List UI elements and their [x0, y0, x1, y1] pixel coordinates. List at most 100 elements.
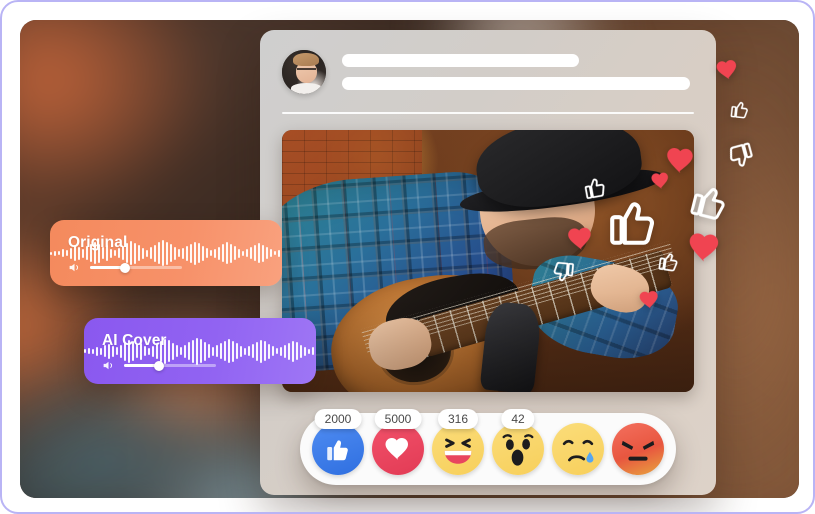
waveform-bar: [128, 339, 130, 363]
waveform-bar: [220, 343, 222, 359]
audio-card-ai-cover[interactable]: AI Cover: [84, 318, 316, 384]
reaction-wow[interactable]: 42: [492, 409, 544, 475]
heart-icon: [385, 438, 408, 460]
reaction-count-like: 2000: [314, 409, 362, 429]
waveform-bar: [268, 343, 270, 359]
waveform-bar: [166, 241, 168, 265]
waveform-bar: [300, 344, 302, 358]
waveform-bar: [222, 244, 224, 262]
love-orb[interactable]: [372, 423, 424, 475]
waveform-bar: [108, 343, 110, 359]
waveform-bar: [144, 346, 146, 356]
waveform-bar: [88, 348, 90, 354]
avatar[interactable]: [282, 50, 326, 94]
waveform-bar: [186, 245, 188, 261]
waveform-bar: [100, 347, 102, 355]
waveform-bar: [258, 243, 260, 263]
waveform-bar: [106, 245, 108, 261]
waveform-bar: [256, 341, 258, 361]
waveform-ai-cover: [84, 334, 316, 368]
haha-orb[interactable]: [432, 423, 484, 475]
waveform-bar: [190, 243, 192, 263]
waveform-bar: [170, 244, 172, 262]
waveform-bar: [90, 244, 92, 262]
waveform-bar: [118, 248, 120, 258]
post-title-placeholder: [342, 54, 694, 90]
waveform-bar: [172, 342, 174, 360]
waveform-bar: [176, 345, 178, 357]
waveform-bar: [116, 347, 118, 355]
waveform-bar: [104, 345, 106, 357]
waveform-bar: [206, 248, 208, 258]
waveform-bar: [182, 247, 184, 259]
waveform-bar: [200, 339, 202, 363]
reaction-love[interactable]: 5000: [372, 409, 424, 475]
reaction-haha[interactable]: 316: [432, 409, 484, 475]
reaction-count-haha: 316: [437, 409, 479, 429]
waveform-bar: [234, 246, 236, 260]
angry-orb[interactable]: [612, 423, 664, 475]
waveform-bar: [288, 342, 290, 360]
reaction-angry[interactable]: [612, 423, 664, 475]
waveform-bar: [252, 344, 254, 358]
waveform-bar: [238, 248, 240, 258]
waveform-bar: [214, 248, 216, 258]
waveform-bar: [138, 245, 140, 261]
waveform-bar: [84, 349, 86, 353]
avatar-shirt: [290, 83, 323, 94]
reaction-like[interactable]: 2000: [312, 409, 364, 475]
header-divider: [282, 112, 694, 114]
wow-face-icon: [502, 434, 534, 466]
waveform-bar: [86, 246, 88, 260]
waveform-bar: [296, 342, 298, 360]
waveform-bar: [54, 250, 56, 256]
waveform-bar: [246, 249, 248, 257]
waveform-bar: [284, 344, 286, 358]
wow-orb[interactable]: [492, 423, 544, 475]
thumbs-up-icon: [327, 440, 348, 461]
audio-card-original[interactable]: Original: [50, 220, 282, 286]
waveform-bar: [236, 343, 238, 359]
reaction-sad[interactable]: [552, 423, 604, 475]
sad-orb[interactable]: [552, 423, 604, 475]
reaction-bar[interactable]: 2000 5000 316 42: [300, 409, 676, 485]
waveform-bar: [174, 246, 176, 260]
waveform-bar: [218, 246, 220, 260]
waveform-bar: [178, 249, 180, 257]
waveform-bar: [140, 342, 142, 360]
waveform-bar: [184, 344, 186, 358]
waveform-bar: [196, 337, 198, 365]
waveform-bar: [312, 347, 314, 355]
waveform-bar: [150, 247, 152, 259]
waveform-bar: [136, 344, 138, 358]
waveform-bar: [242, 250, 244, 256]
waveform-bar: [192, 339, 194, 363]
like-orb[interactable]: [312, 423, 364, 475]
waveform-bar: [160, 340, 162, 362]
waveform-bar: [264, 341, 266, 361]
placeholder-line-1: [342, 54, 579, 67]
post-media[interactable]: [282, 130, 694, 392]
waveform-bar: [188, 342, 190, 360]
waveform-bar: [276, 348, 278, 354]
waveform-bar: [146, 249, 148, 257]
waveform-bar: [240, 345, 242, 357]
waveform-bar: [110, 248, 112, 258]
waveform-bar: [112, 345, 114, 357]
waveform-bar: [96, 346, 98, 356]
waveform-bar: [304, 346, 306, 356]
angry-face-icon: [621, 440, 655, 461]
waveform-bar: [216, 345, 218, 357]
waveform-bar: [226, 242, 228, 264]
waveform-bar: [102, 247, 104, 259]
waveform-bar: [92, 348, 94, 354]
waveform-bar: [122, 246, 124, 260]
waveform-bar: [62, 249, 64, 257]
waveform-bar: [266, 247, 268, 259]
waveform-bar: [274, 251, 276, 255]
waveform-bar: [162, 240, 164, 266]
avatar-hat: [293, 52, 319, 66]
reaction-count-wow: 42: [501, 409, 535, 429]
waveform-bar: [58, 251, 60, 255]
waveform-original: [50, 236, 282, 270]
